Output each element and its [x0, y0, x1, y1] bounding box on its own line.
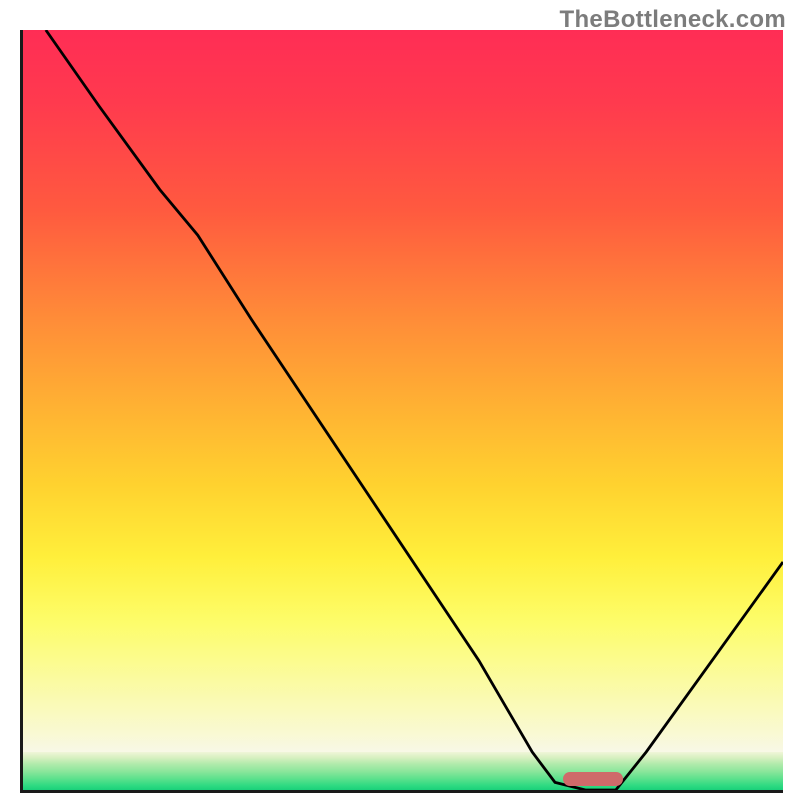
chart-container: TheBottleneck.com — [0, 0, 800, 800]
bottleneck-curve-path — [46, 30, 783, 790]
optimal-marker — [563, 772, 624, 786]
line-series — [23, 30, 783, 790]
plot-area — [20, 30, 783, 793]
